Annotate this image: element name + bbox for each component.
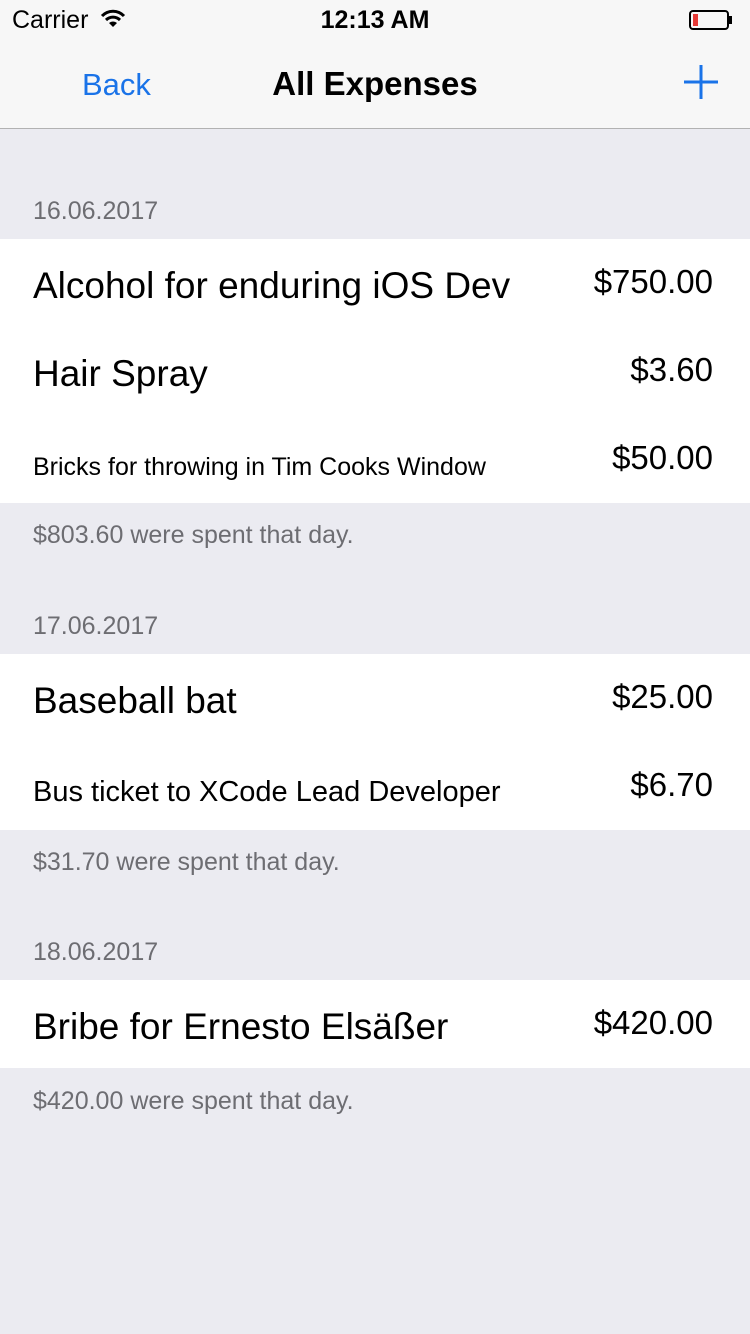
expense-group: Bribe for Ernesto Elsäßer $420.00 (0, 980, 750, 1068)
expense-price: $25.00 (612, 678, 713, 715)
section-footer-total: $31.70 were spent that day. (33, 848, 340, 876)
section-header-date: 17.06.2017 (33, 612, 159, 640)
plus-icon[interactable] (682, 63, 720, 101)
expense-row[interactable]: Bus ticket to XCode Lead Developer $6.70 (0, 742, 750, 830)
expense-row[interactable]: Baseball bat $25.00 (0, 654, 750, 742)
expense-name: Bribe for Ernesto Elsäßer (33, 1006, 449, 1047)
status-bar: Carrier 12:13 AM (0, 0, 750, 40)
expense-group: Alcohol for enduring iOS Dev $750.00 Hai… (0, 239, 750, 503)
navigation-bar: Back All Expenses (0, 40, 750, 129)
section-header-date: 16.06.2017 (33, 197, 159, 225)
expense-name: Hair Spray (33, 353, 208, 394)
expense-price: $3.60 (630, 351, 713, 388)
expense-price: $750.00 (593, 263, 713, 300)
section-header-date: 18.06.2017 (33, 938, 159, 966)
expense-price: $6.70 (630, 766, 713, 803)
status-time: 12:13 AM (320, 6, 430, 34)
expense-row[interactable]: Hair Spray $3.60 (0, 327, 750, 415)
expense-group: Baseball bat $25.00 Bus ticket to XCode … (0, 654, 750, 830)
section-footer-total: $803.60 were spent that day. (33, 521, 354, 549)
expense-name: Bus ticket to XCode Lead Developer (33, 776, 501, 808)
expense-row[interactable]: Bricks for throwing in Tim Cooks Window … (0, 415, 750, 503)
expense-name: Bricks for throwing in Tim Cooks Window (33, 453, 486, 481)
expense-row[interactable]: Bribe for Ernesto Elsäßer $420.00 (0, 980, 750, 1068)
expense-row[interactable]: Alcohol for enduring iOS Dev $750.00 (0, 239, 750, 327)
expense-price: $420.00 (593, 1004, 713, 1041)
expense-name: Alcohol for enduring iOS Dev (33, 265, 511, 306)
page-title: All Expenses (272, 65, 478, 102)
section-footer-total: $420.00 were spent that day. (33, 1087, 354, 1115)
expense-price: $50.00 (612, 439, 713, 476)
expense-name: Baseball bat (33, 680, 237, 721)
battery-low-icon (689, 10, 733, 30)
